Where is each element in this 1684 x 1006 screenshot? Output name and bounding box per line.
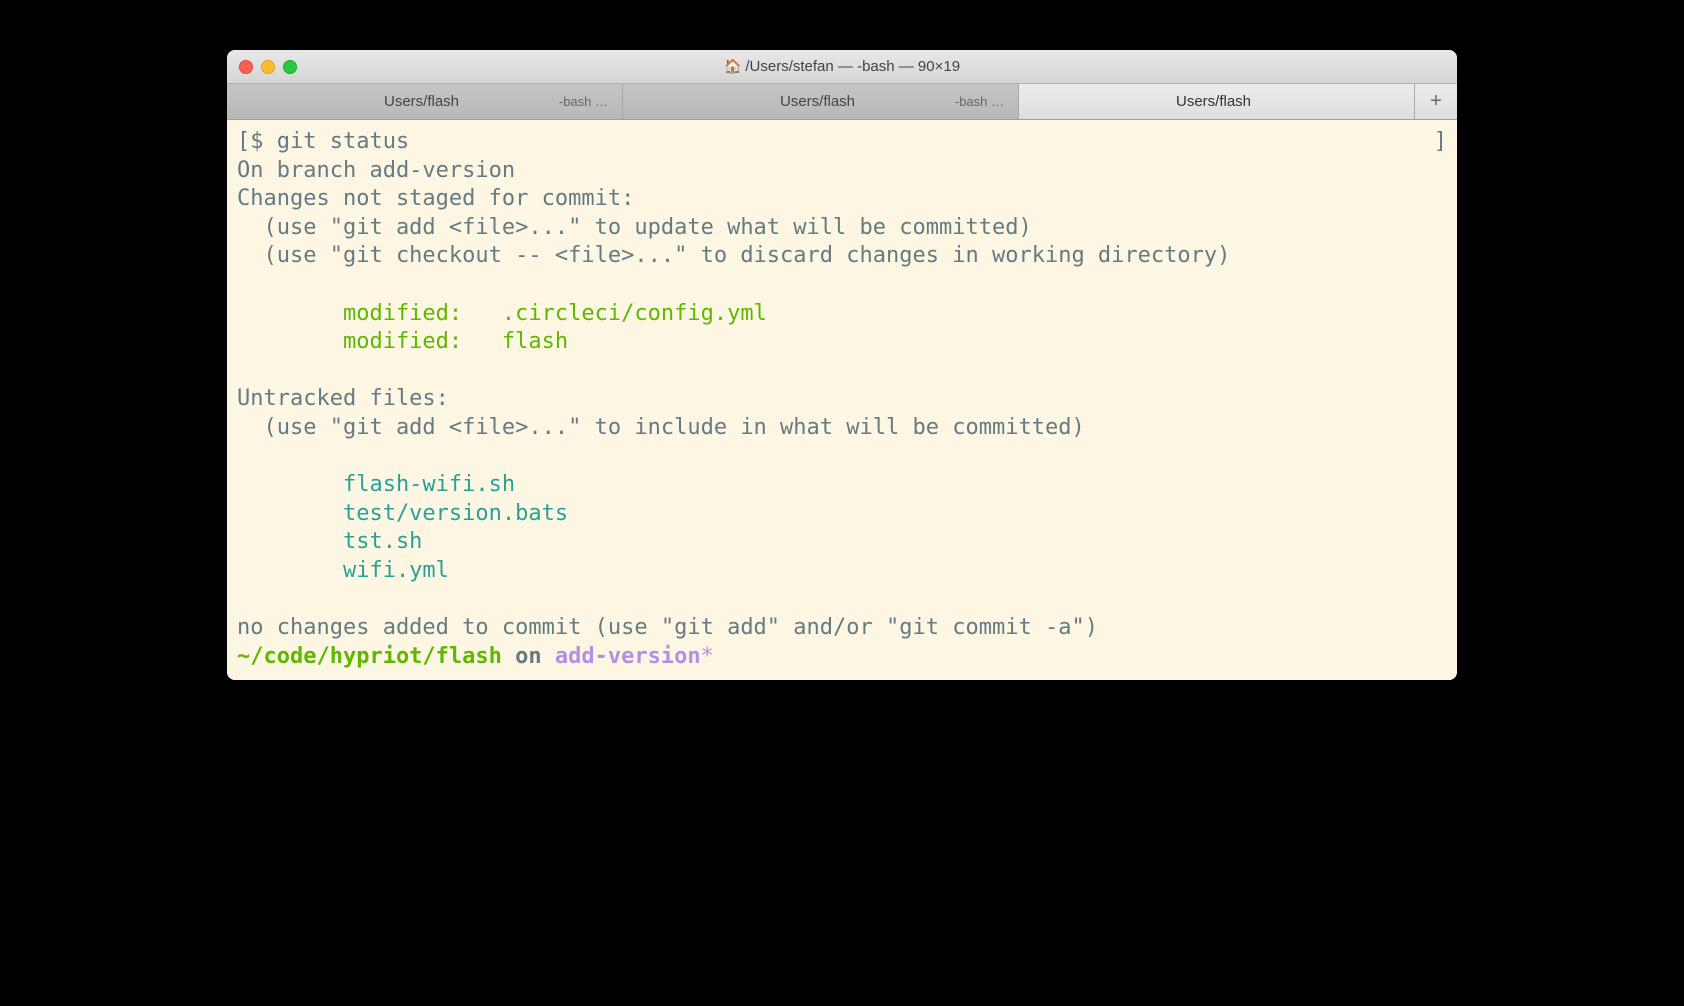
tab-title: Users/flash [1176,93,1251,110]
tab-title: Users/flash [384,93,459,110]
output-line: (use "git checkout -- <file>..." to disc… [237,243,1230,268]
bracket-open: [ [237,129,250,154]
home-icon: 🏠 [724,58,741,75]
tab-3[interactable]: Users/flash [1019,84,1415,119]
close-icon[interactable] [239,60,253,74]
prompt-branch: add-version [555,644,701,669]
new-tab-button[interactable]: + [1415,84,1457,119]
prompt-cwd: ~/code/hypriot/flash [237,644,502,669]
prompt-dirty: * [701,644,714,669]
tabbar: Users/flash -bash … Users/flash -bash … … [227,84,1457,120]
prompt-symbol: $ [250,129,277,154]
untracked-file: tst.sh [237,529,422,554]
untracked-file: flash-wifi.sh [237,472,515,497]
output-line: no changes added to commit (use "git add… [237,615,1098,640]
modified-label: modified: [237,301,502,326]
modified-file: .circleci/config.yml [502,301,767,326]
modified-label: modified: [237,329,502,354]
output-line: On branch add-version [237,158,515,183]
tab-1[interactable]: Users/flash -bash … [227,84,623,119]
command-text: git status [277,129,409,154]
untracked-file: wifi.yml [237,558,449,583]
tab-subtitle: -bash … [955,94,1004,109]
output-line: (use "git add <file>..." to update what … [237,215,1032,240]
window-title: 🏠 /Users/stefan — -bash — 90×19 [227,58,1457,75]
output-line: Changes not staged for commit: [237,186,634,211]
output-line: Untracked files: [237,386,449,411]
plus-icon: + [1430,90,1442,113]
titlebar[interactable]: 🏠 /Users/stefan — -bash — 90×19 [227,50,1457,84]
untracked-file: test/version.bats [237,501,568,526]
prompt-on: on [502,644,555,669]
output-line: (use "git add <file>..." to include in w… [237,415,1085,440]
bracket-close: ] [1434,128,1447,157]
modified-file: flash [502,329,568,354]
minimize-icon[interactable] [261,60,275,74]
traffic-lights [227,60,297,74]
tab-title: Users/flash [780,93,855,110]
terminal-content[interactable]: [$ git status] On branch add-version Cha… [227,120,1457,680]
tab-subtitle: -bash … [559,94,608,109]
zoom-icon[interactable] [283,60,297,74]
terminal-window: 🏠 /Users/stefan — -bash — 90×19 Users/fl… [227,50,1457,680]
tab-2[interactable]: Users/flash -bash … [623,84,1019,119]
window-title-text: /Users/stefan — -bash — 90×19 [745,58,960,75]
